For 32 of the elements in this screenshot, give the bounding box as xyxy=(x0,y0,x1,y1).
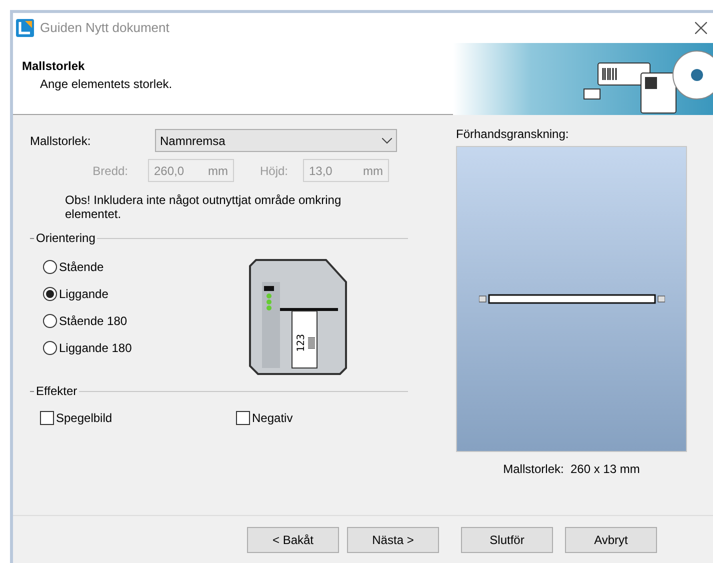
checkbox-option[interactable]: Spegelbild xyxy=(40,409,236,427)
label-printer-drawing: 123 xyxy=(248,258,350,376)
wizard-button[interactable]: < Bakåt xyxy=(247,526,339,552)
radio-option[interactable]: Stående xyxy=(43,253,248,280)
field-label: Bredd: xyxy=(92,162,129,180)
field-label: Mallstorlek: xyxy=(30,132,92,150)
checkbox[interactable] xyxy=(40,411,54,425)
note-text: Obs! Inkludera inte något outnyttjat område omkring elementet. xyxy=(65,193,342,221)
radio-option[interactable]: Liggande 180 xyxy=(43,334,248,361)
preview-caption: Mallstorlek: 260 x 13 mm xyxy=(502,461,641,478)
app-logo-icon xyxy=(16,19,34,37)
radio-option[interactable]: Liggande xyxy=(43,280,248,307)
window-title: Guiden Nytt dokument xyxy=(40,19,170,38)
section-title: Orientering xyxy=(36,230,96,247)
wizard-button[interactable]: Nästa > xyxy=(347,526,439,552)
checkbox[interactable] xyxy=(236,411,250,425)
preview-title: Förhandsgranskning: xyxy=(456,126,570,143)
chevron-down-icon xyxy=(382,138,392,144)
page-title: Mallstorlek xyxy=(22,58,86,75)
wizard-button[interactable]: Slutför xyxy=(461,526,553,552)
radio-option[interactable]: Stående 180 xyxy=(43,307,248,334)
template-size-dropdown[interactable]: Namnremsa xyxy=(155,129,397,152)
wizard-button[interactable]: Avbryt xyxy=(565,526,657,552)
radio-button[interactable] xyxy=(43,260,57,274)
close-icon[interactable] xyxy=(695,22,707,34)
checkbox-option[interactable]: Negativ xyxy=(236,409,293,427)
radio-button[interactable] xyxy=(43,314,57,328)
radio-button[interactable] xyxy=(43,340,57,354)
section-title: Effekter xyxy=(36,383,78,400)
field-label: Höjd: xyxy=(259,162,290,180)
radio-button[interactable] xyxy=(43,286,57,300)
page-subtitle: Ange elementets storlek. xyxy=(39,76,172,93)
